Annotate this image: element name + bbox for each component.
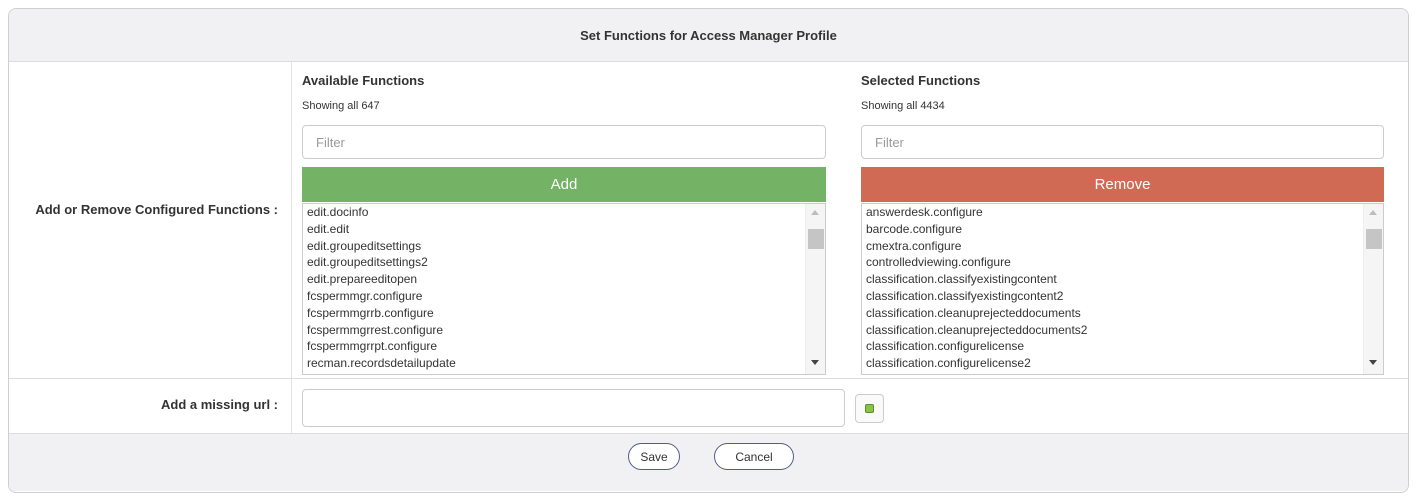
available-list-scrollbar[interactable] <box>805 204 825 374</box>
list-item[interactable]: edit.groupeditsettings <box>307 238 803 255</box>
list-item[interactable]: classification.configurelicense2 <box>866 355 1361 372</box>
list-item[interactable]: classification.configurelicense <box>866 338 1361 355</box>
scroll-thumb[interactable] <box>808 229 824 249</box>
available-filter-input[interactable] <box>302 125 826 159</box>
access-profile-panel: Set Functions for Access Manager Profile… <box>8 8 1409 493</box>
save-button[interactable]: Save <box>628 443 680 470</box>
list-item[interactable]: edit.edit <box>307 221 803 238</box>
available-functions-title: Available Functions <box>302 73 425 88</box>
panel-title: Set Functions for Access Manager Profile <box>580 27 837 43</box>
selected-list-scrollbar[interactable] <box>1363 204 1383 374</box>
list-item[interactable]: fcspermmgrrb.configure <box>307 305 803 322</box>
list-item[interactable]: classification.classifyexistingcontent2 <box>866 288 1361 305</box>
scroll-down-arrow-icon[interactable] <box>1369 360 1377 365</box>
available-functions-count: Showing all 647 <box>302 100 380 112</box>
selected-filter-input[interactable] <box>861 125 1384 159</box>
list-item[interactable]: recman.recordsdetailupdate <box>307 355 803 372</box>
list-item[interactable]: classification.cleanuprejecteddocuments2 <box>866 322 1361 339</box>
scroll-thumb[interactable] <box>1366 229 1382 249</box>
list-item[interactable]: barcode.configure <box>866 221 1361 238</box>
scroll-up-arrow-icon[interactable] <box>811 210 819 215</box>
list-item[interactable]: controlledviewing.configure <box>866 254 1361 271</box>
functions-label: Add or Remove Configured Functions : <box>35 202 278 217</box>
list-item[interactable]: edit.docinfo <box>307 204 803 221</box>
panel-footer: Save Cancel <box>9 434 1408 491</box>
available-items: edit.docinfo edit.edit edit.groupeditsetti… <box>307 204 803 372</box>
missing-url-label-cell: Add a missing url : <box>9 379 292 433</box>
list-item[interactable]: fcspermmgrrest.configure <box>307 322 803 339</box>
selected-functions-list[interactable]: answerdesk.configure barcode.configure cme… <box>861 203 1384 375</box>
list-item[interactable]: classification.classifyexistingcontent <box>866 271 1361 288</box>
cancel-button[interactable]: Cancel <box>714 443 794 470</box>
scroll-down-arrow-icon[interactable] <box>811 360 819 365</box>
list-item[interactable]: cmextra.configure <box>866 238 1361 255</box>
available-functions-list[interactable]: edit.docinfo edit.edit edit.groupeditsetti… <box>302 203 826 375</box>
functions-label-cell: Add or Remove Configured Functions : <box>9 62 292 378</box>
scroll-up-arrow-icon[interactable] <box>1369 210 1377 215</box>
selected-functions-count: Showing all 4434 <box>861 100 945 112</box>
add-url-button[interactable] <box>855 394 884 423</box>
add-button[interactable]: Add <box>302 167 826 202</box>
list-item[interactable]: fcspermmgrrpt.configure <box>307 338 803 355</box>
remove-button[interactable]: Remove <box>861 167 1384 202</box>
list-item[interactable]: answerdesk.configure <box>866 204 1361 221</box>
missing-url-label: Add a missing url : <box>160 397 278 412</box>
list-item[interactable]: edit.groupeditsettings2 <box>307 254 803 271</box>
panel-header: Set Functions for Access Manager Profile <box>9 9 1408 62</box>
selected-items: answerdesk.configure barcode.configure cme… <box>866 204 1361 372</box>
selected-functions-title: Selected Functions <box>861 73 981 88</box>
functions-row: Add or Remove Configured Functions : Ava… <box>9 62 1408 379</box>
missing-url-row: Add a missing url : <box>9 379 1408 434</box>
plus-icon <box>865 404 874 413</box>
missing-url-input[interactable] <box>302 389 845 427</box>
list-item[interactable]: edit.prepareeditopen <box>307 271 803 288</box>
list-item[interactable]: classification.cleanuprejecteddocuments <box>866 305 1361 322</box>
list-item[interactable]: fcspermmgr.configure <box>307 288 803 305</box>
